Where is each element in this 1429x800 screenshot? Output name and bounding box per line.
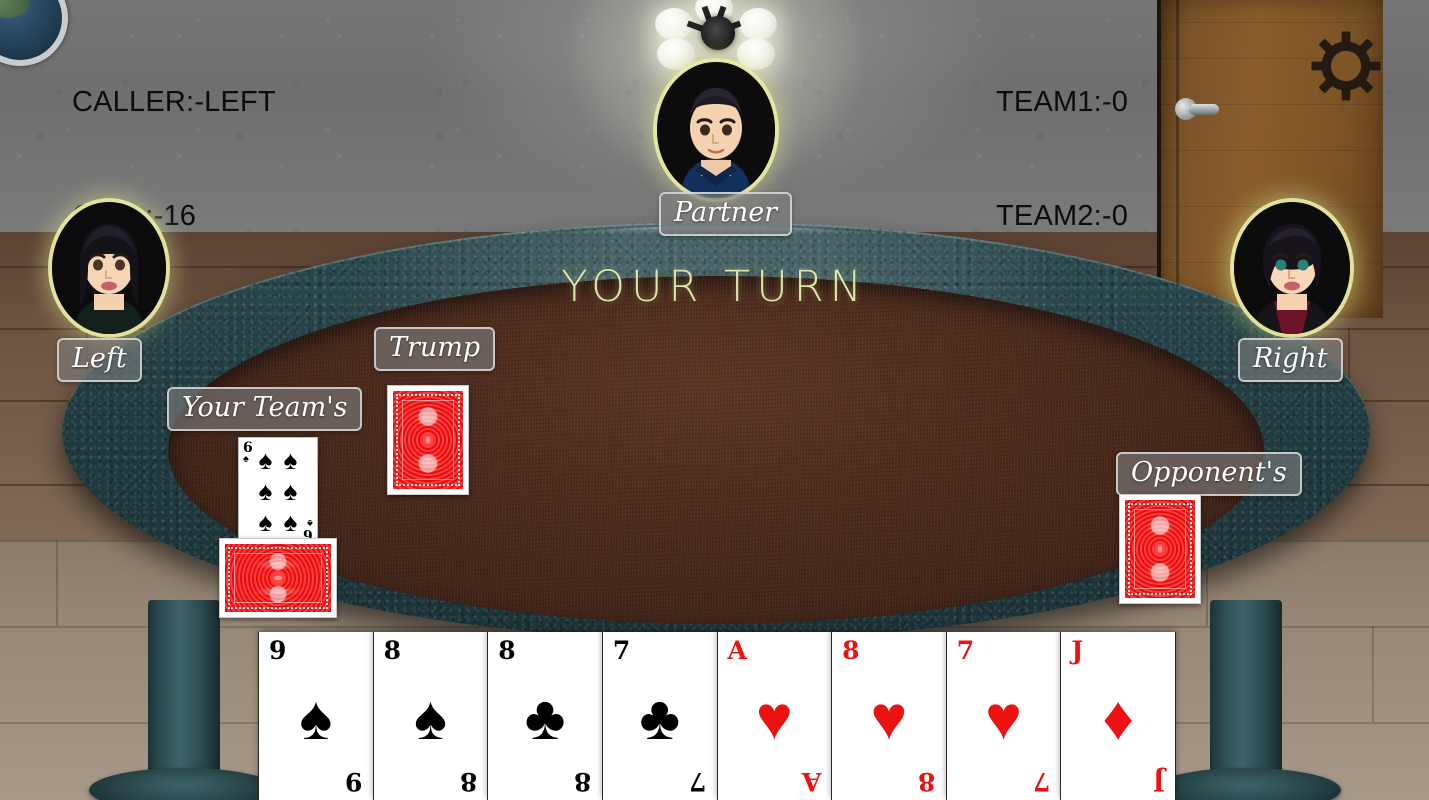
hand-card-rank: 8 bbox=[842, 636, 860, 665]
hand-card[interactable]: A ♥ A bbox=[716, 632, 832, 800]
turn-status: YOUR TURN bbox=[561, 262, 868, 312]
team1-score: TEAM1:-0 bbox=[996, 85, 1129, 118]
your-team-card-suit-small: ♠ bbox=[243, 453, 249, 465]
avatar-left[interactable] bbox=[52, 202, 166, 334]
hand-card-rank-bottom: 8 bbox=[574, 767, 592, 796]
hand-card-rank-bottom: 8 bbox=[918, 767, 936, 796]
hand-card-rank-bottom: 8 bbox=[459, 767, 478, 796]
pip: ♠ bbox=[258, 444, 273, 475]
hand-card-rank-bottom: 7 bbox=[1032, 767, 1051, 796]
hand-card-rank: 7 bbox=[612, 636, 631, 665]
your-team-label-text: Your Team's bbox=[182, 392, 348, 423]
game-screen: CALLER:-LEFT CALL:-16 TEAM1:-0 TEAM2:-0 … bbox=[0, 0, 1429, 800]
your-team-card-suit-small-bottom: ♠ bbox=[307, 517, 313, 529]
avatar-right[interactable] bbox=[1234, 202, 1350, 334]
hand-card[interactable]: 7 ♥ 7 bbox=[945, 632, 1061, 800]
trump-label: Trump bbox=[374, 327, 496, 371]
hand-card-suit: ♥ bbox=[755, 684, 793, 753]
door-handle-icon[interactable] bbox=[1175, 98, 1219, 120]
hand-card[interactable]: J ♦ J bbox=[1060, 632, 1176, 800]
hand-card[interactable]: 9 ♠ 9 bbox=[258, 632, 373, 800]
hand-card[interactable]: 8 ♠ 8 bbox=[372, 632, 488, 800]
hand-card[interactable]: 8 ♥ 8 bbox=[831, 632, 946, 800]
partner-label-text: Partner bbox=[674, 197, 778, 228]
hand-card-suit: ♠ bbox=[413, 684, 447, 753]
caller-label: CALLER:-LEFT bbox=[72, 85, 276, 118]
your-team-label: Your Team's bbox=[167, 387, 363, 431]
hand-card-rank-bottom: J bbox=[1153, 767, 1165, 796]
avatar-partner[interactable] bbox=[657, 62, 775, 198]
hand-card-suit: ♣ bbox=[639, 684, 681, 753]
hand-card-suit: ♥ bbox=[985, 684, 1022, 753]
hand-card[interactable]: 8 ♣ 8 bbox=[487, 632, 602, 800]
player-hand: 9 ♠ 9 8 ♠ 8 8 ♣ 8 7 ♣ 7 A ♥ A 8 ♥ 8 7 ♥ … bbox=[258, 632, 1176, 800]
gear-icon[interactable] bbox=[1310, 30, 1382, 102]
opponents-label-text: Opponent's bbox=[1131, 457, 1287, 488]
pip: ♠ bbox=[283, 475, 298, 506]
your-team-face-down-card[interactable] bbox=[219, 538, 337, 618]
ceiling-lamp-icon bbox=[651, 0, 785, 70]
player-label-right: Right bbox=[1238, 338, 1343, 382]
hand-card-rank-bottom: 9 bbox=[345, 767, 363, 796]
hand-card-rank: 8 bbox=[498, 636, 516, 665]
hand-card-rank: 9 bbox=[269, 636, 287, 665]
your-team-card-pips: ♠ ♠ ♠ ♠ ♠ ♠ bbox=[253, 444, 303, 538]
hand-card-rank-bottom: 7 bbox=[689, 767, 707, 796]
hand-card-rank: J bbox=[1071, 636, 1084, 665]
hand-card[interactable]: 7 ♣ 7 bbox=[601, 632, 717, 800]
player-label-partner: Partner bbox=[659, 192, 793, 236]
opponents-label: Opponent's bbox=[1116, 452, 1302, 496]
table-leg-right bbox=[1210, 600, 1282, 790]
hand-card-rank: 7 bbox=[956, 636, 975, 665]
opponents-face-down-card[interactable] bbox=[1119, 494, 1201, 604]
pip: ♠ bbox=[258, 475, 273, 506]
pip: ♠ bbox=[258, 507, 273, 538]
team2-score: TEAM2:-0 bbox=[996, 200, 1129, 233]
hand-card-suit: ♠ bbox=[299, 684, 333, 753]
hand-card-rank: 8 bbox=[383, 636, 402, 665]
player-label-left: Left bbox=[57, 338, 142, 382]
pip: ♠ bbox=[283, 507, 298, 538]
right-label-text: Right bbox=[1253, 343, 1328, 374]
trump-label-text: Trump bbox=[389, 332, 481, 363]
hand-card-rank: A bbox=[727, 636, 747, 665]
hand-card-suit: ♦ bbox=[1102, 684, 1134, 753]
left-label-text: Left bbox=[72, 343, 127, 374]
your-team-face-up-card[interactable]: 6 ♠ ♠ ♠ ♠ ♠ ♠ ♠ 6 ♠ bbox=[238, 437, 318, 545]
hand-card-suit: ♥ bbox=[870, 684, 908, 753]
table-leg-left bbox=[148, 600, 220, 790]
trump-card[interactable] bbox=[387, 385, 469, 495]
hand-card-suit: ♣ bbox=[524, 684, 566, 753]
pip: ♠ bbox=[283, 444, 298, 475]
hand-card-rank-bottom: A bbox=[801, 767, 822, 796]
